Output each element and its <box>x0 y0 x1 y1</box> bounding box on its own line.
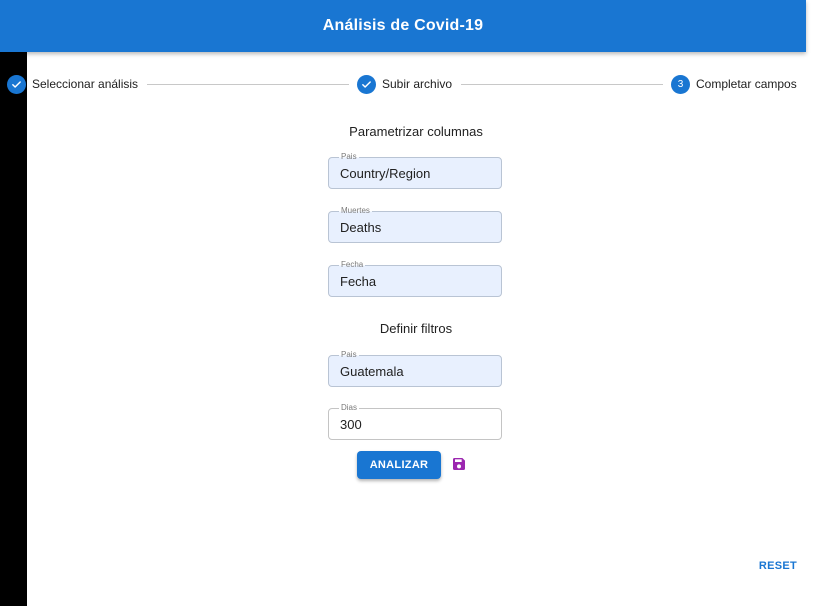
analizar-button[interactable]: ANALIZAR <box>357 451 441 479</box>
fecha-column-field[interactable]: Fecha Fecha <box>328 260 502 297</box>
section-title-filtros: Definir filtros <box>379 321 453 336</box>
app-bar: Análisis de Covid-19 <box>0 0 806 52</box>
field-label: Pais <box>339 350 359 360</box>
field-label: Muertes <box>339 206 372 216</box>
step-number-badge: 3 <box>671 74 690 94</box>
app-title: Análisis de Covid-19 <box>322 17 484 34</box>
dias-filter-field[interactable]: Dias 300 <box>328 403 502 440</box>
field-label: Dias <box>339 403 360 413</box>
muertes-column-field[interactable]: Muertes Deaths <box>328 206 502 243</box>
step-subir-archivo[interactable]: Subir archivo <box>357 71 452 97</box>
step-completar-campos[interactable]: 3 Completar campos <box>671 71 797 97</box>
save-icon[interactable] <box>451 456 467 472</box>
check-icon <box>357 74 376 94</box>
field-value: Fecha <box>340 274 377 289</box>
reset-button[interactable]: RESET <box>756 558 800 574</box>
field-label: Fecha <box>339 260 366 270</box>
step-label: Subir archivo <box>382 77 453 91</box>
step-label: Seleccionar análisis <box>32 77 139 91</box>
step-seleccionar-analisis[interactable]: Seleccionar análisis <box>7 71 138 97</box>
pais-column-field[interactable]: Pais Country/Region <box>328 152 502 189</box>
step-connector <box>461 84 663 85</box>
field-label: Pais <box>339 152 359 162</box>
field-value: 300 <box>340 417 362 432</box>
stepper: Seleccionar análisis Subir archivo 3 Com… <box>0 71 806 97</box>
step-connector <box>147 84 349 85</box>
section-title-parametrizar: Parametrizar columnas <box>349 124 483 139</box>
step-label: Completar campos <box>696 77 797 91</box>
field-value: Country/Region <box>340 166 431 181</box>
pais-filter-field[interactable]: Pais Guatemala <box>328 350 502 387</box>
check-icon <box>7 74 26 94</box>
field-value: Deaths <box>340 220 382 235</box>
field-value: Guatemala <box>340 364 404 379</box>
